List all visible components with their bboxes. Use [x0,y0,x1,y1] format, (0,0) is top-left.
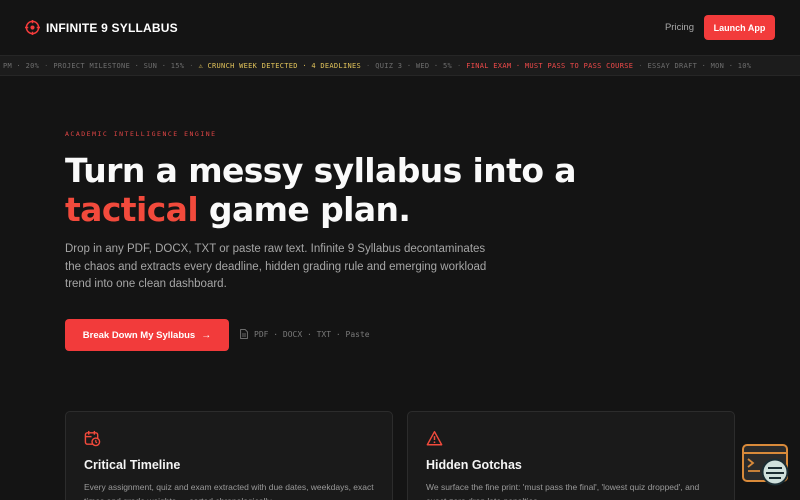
hero-kicker: ACADEMIC INTELLIGENCE ENGINE [65,130,217,138]
deadline-ticker: PM · 20% · PROJECT MILESTONE · SUN · 15% · ⚠… [0,55,800,76]
ticker-item: QUIZ 3 · WED · 5% [375,61,452,70]
ticker-separator: · [456,61,462,70]
formats-label: PDF · DOCX · TXT · Paste [254,329,370,339]
ticker-separator: · [366,61,371,70]
break-down-syllabus-button[interactable]: Break Down My Syllabus → [65,319,229,351]
card-description: Every assignment, quiz and exam extracte… [84,482,374,500]
card-title: Critical Timeline [84,458,181,472]
ticker-item: PROJECT MILESTONE · SUN · 15% [53,61,185,70]
ticker-item: PM · 20% [3,61,40,70]
feature-card-hidden-gotchas: Hidden Gotchas We surface the fine print… [407,411,735,500]
headline-line-1: Turn a messy syllabus into a [65,151,577,190]
terminal-chat-icon [742,444,789,486]
ticker-item: ⚠ CRUNCH WEEK DETECTED · 4 DEADLINES [198,61,362,70]
ticker-item: FINAL EXAM · MUST PASS TO PASS COURSE [466,61,634,70]
headline-accent: tactical [65,190,199,229]
ticker-separator: · [44,61,49,70]
launch-app-button[interactable]: Launch App [704,15,775,40]
top-nav: INFINITE 9 SYLLABUS Pricing Launch App [0,0,800,55]
ticker-item: ESSAY DRAFT · MON · 10% [647,61,752,70]
headline-rest: game plan. [198,190,411,229]
pricing-link[interactable]: Pricing [665,22,694,33]
card-description: We surface the fine print: 'must pass th… [426,482,700,500]
feature-card-critical-timeline: Critical Timeline Every assignment, quiz… [65,411,393,500]
target-icon [25,20,40,35]
cta-label: Break Down My Syllabus [82,329,196,341]
card-title: Hidden Gotchas [426,458,522,472]
supported-formats: PDF · DOCX · TXT · Paste [240,329,370,339]
document-icon [240,329,248,339]
brand-logo[interactable]: INFINITE 9 SYLLABUS [25,20,178,35]
hero-subtitle: Drop in any PDF, DOCX, TXT or paste raw … [65,243,487,291]
brand-name: INFINITE 9 SYLLABUS [46,20,178,35]
ticker-separator: · [189,61,194,70]
ticker-separator: · [638,61,643,70]
calendar-clock-icon [84,430,101,447]
chat-widget-button[interactable] [742,444,790,488]
warning-triangle-icon [426,430,443,446]
hero-headline: Turn a messy syllabus into a tactical ga… [65,151,577,229]
nav-actions: Pricing Launch App [665,15,775,40]
arrow-right-icon: → [201,329,212,341]
